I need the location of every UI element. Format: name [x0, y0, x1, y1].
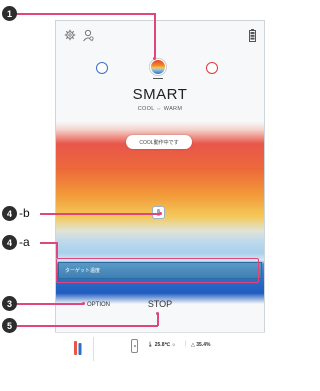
callout-3-line: [17, 303, 83, 305]
temperature-reading: 🌡 25.8℃ ☼: [147, 342, 176, 348]
callout-3: 3: [2, 296, 17, 311]
callout-5-line-h: [17, 325, 158, 327]
warm-mode-button[interactable]: [206, 62, 218, 74]
callout-4b-suffix: -b: [19, 206, 30, 220]
phone-screen: SMART COOL ⇔ WARM COOL動作中です ターゲット温度 OPTI…: [55, 0, 265, 391]
target-bar-highlight: [56, 258, 259, 283]
callout-1: 1: [2, 6, 17, 21]
droplet-icon: △: [191, 342, 195, 348]
mode-subtitle: COOL ⇔ WARM: [137, 106, 183, 112]
sun-icon: ☼: [171, 342, 177, 348]
callout-4b-line-h: [40, 213, 161, 215]
humidity-reading: △ 35.4%: [191, 342, 210, 348]
callout-1-dot: [153, 57, 156, 60]
callout-3-dot: [82, 302, 85, 305]
cool-mode-button[interactable]: [96, 62, 108, 74]
reading-separator: |: [185, 341, 187, 347]
top-toolbar: [61, 28, 261, 44]
thermometer-icon: 🌡: [147, 342, 154, 348]
callout-4a: 4: [2, 235, 17, 250]
option-button[interactable]: OPTION: [87, 302, 110, 308]
battery-icon: [245, 28, 259, 42]
callout-4b-dot: [159, 212, 162, 215]
bottom-controls: OPTION STOP: [55, 296, 265, 320]
humidity-value: 35.4%: [196, 342, 211, 348]
mode-title: SMART: [132, 86, 188, 103]
callout-4b: 4: [2, 206, 17, 221]
callout-5: 5: [2, 318, 17, 333]
sensor-icon[interactable]: [73, 339, 83, 357]
device-icon: [131, 339, 138, 353]
status-badge: COOL動作中です: [126, 135, 192, 149]
temperature-value: 25.8℃: [154, 342, 171, 348]
footer-bar: 🌡 25.8℃ ☼ | △ 35.4%: [55, 332, 265, 391]
callout-4a-suffix: -a: [19, 235, 30, 249]
user-icon[interactable]: [81, 28, 95, 42]
callout-4a-line: [40, 242, 56, 244]
callout-1-line-v: [154, 13, 156, 58]
footer-divider: [93, 337, 94, 361]
gear-icon[interactable]: [63, 28, 77, 42]
callout-4a-line-v: [56, 242, 58, 258]
callout-1-line-h: [16, 13, 155, 15]
smart-mode-button[interactable]: [150, 59, 166, 75]
stop-button[interactable]: STOP: [145, 299, 175, 309]
callout-5-dot: [156, 312, 159, 315]
selected-indicator: [153, 78, 163, 79]
mode-selector: [55, 56, 265, 80]
